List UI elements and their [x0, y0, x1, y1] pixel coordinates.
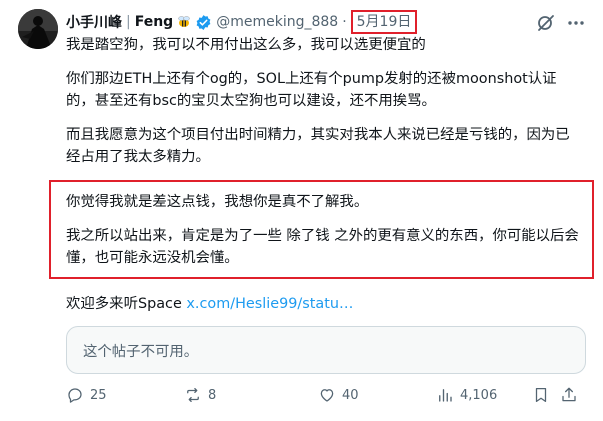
reply-button[interactable]: 25	[66, 386, 184, 404]
tweet-text: 我是踏空狗，我可以不用付出这么多，我可以选更便宜的 你们那边ETH上还有个og的…	[66, 34, 582, 168]
author-name-suffix[interactable]: Feng	[135, 14, 173, 30]
like-count: 40	[342, 387, 359, 403]
verified-badge-icon[interactable]	[195, 14, 212, 31]
tweet-paragraph: 我之所以站出来，肯定是为了一些 除了钱 之外的更有意义的东西，你可能以后会懂，也…	[66, 228, 579, 266]
action-bar: 25 8 40 4,106	[66, 383, 586, 407]
bookmark-icon	[535, 387, 547, 403]
unavailable-quote-card[interactable]: 这个帖子不可用。	[66, 326, 586, 374]
author-name[interactable]: 小手川峰	[66, 12, 122, 32]
repost-button[interactable]: 8	[184, 386, 318, 404]
header-dot: ·	[342, 14, 347, 30]
tweet-paragraph: 我是踏空狗，我可以不用付出这么多，我可以选更便宜的	[66, 37, 426, 53]
tweet-header: 小手川峰 | Feng @memeking_888 · 5月19日	[66, 9, 536, 35]
space-link[interactable]: x.com/Heslie99/statu…	[186, 296, 353, 312]
views-button[interactable]: 4,106	[436, 386, 532, 404]
name-separator: |	[126, 14, 131, 30]
repost-count: 8	[208, 387, 217, 403]
tweet-paragraph: 你们那边ETH上还有个og的，SOL上还有个pump发射的还被moonshot认…	[66, 71, 557, 109]
share-icon	[562, 387, 576, 402]
tweet-date[interactable]: 5月19日	[350, 10, 418, 34]
avatar[interactable]	[18, 9, 58, 49]
share-button[interactable]	[560, 386, 584, 404]
like-button[interactable]: 40	[318, 386, 436, 404]
bookmark-button[interactable]	[532, 386, 560, 404]
unavailable-text: 这个帖子不可用。	[83, 343, 199, 360]
more-options-icon[interactable]	[566, 13, 586, 33]
space-prefix: 欢迎多来听Space	[66, 296, 187, 312]
highlighted-text: 你觉得我就是差这点钱，我想你是真不了解我。 我之所以站出来，肯定是为了一些 除了…	[66, 191, 582, 269]
repost-icon	[187, 387, 199, 403]
tweet-paragraph: 你觉得我就是差这点钱，我想你是真不了解我。	[66, 194, 369, 210]
avatar-image	[18, 9, 58, 49]
grok-icon[interactable]	[536, 13, 556, 33]
author-handle[interactable]: @memeking_888	[216, 14, 338, 30]
tweet-paragraph: 而且我愿意为这个项目付出时间精力，其实对我本人来说已经是亏钱的，因为已经占用了我…	[66, 127, 570, 165]
views-icon	[439, 389, 452, 402]
heart-icon	[320, 389, 334, 402]
reply-icon	[68, 388, 82, 403]
reply-count: 25	[90, 387, 107, 403]
views-count: 4,106	[460, 387, 498, 403]
space-line: 欢迎多来听Space x.com/Heslie99/statu…	[66, 293, 353, 315]
bee-icon	[176, 14, 192, 30]
